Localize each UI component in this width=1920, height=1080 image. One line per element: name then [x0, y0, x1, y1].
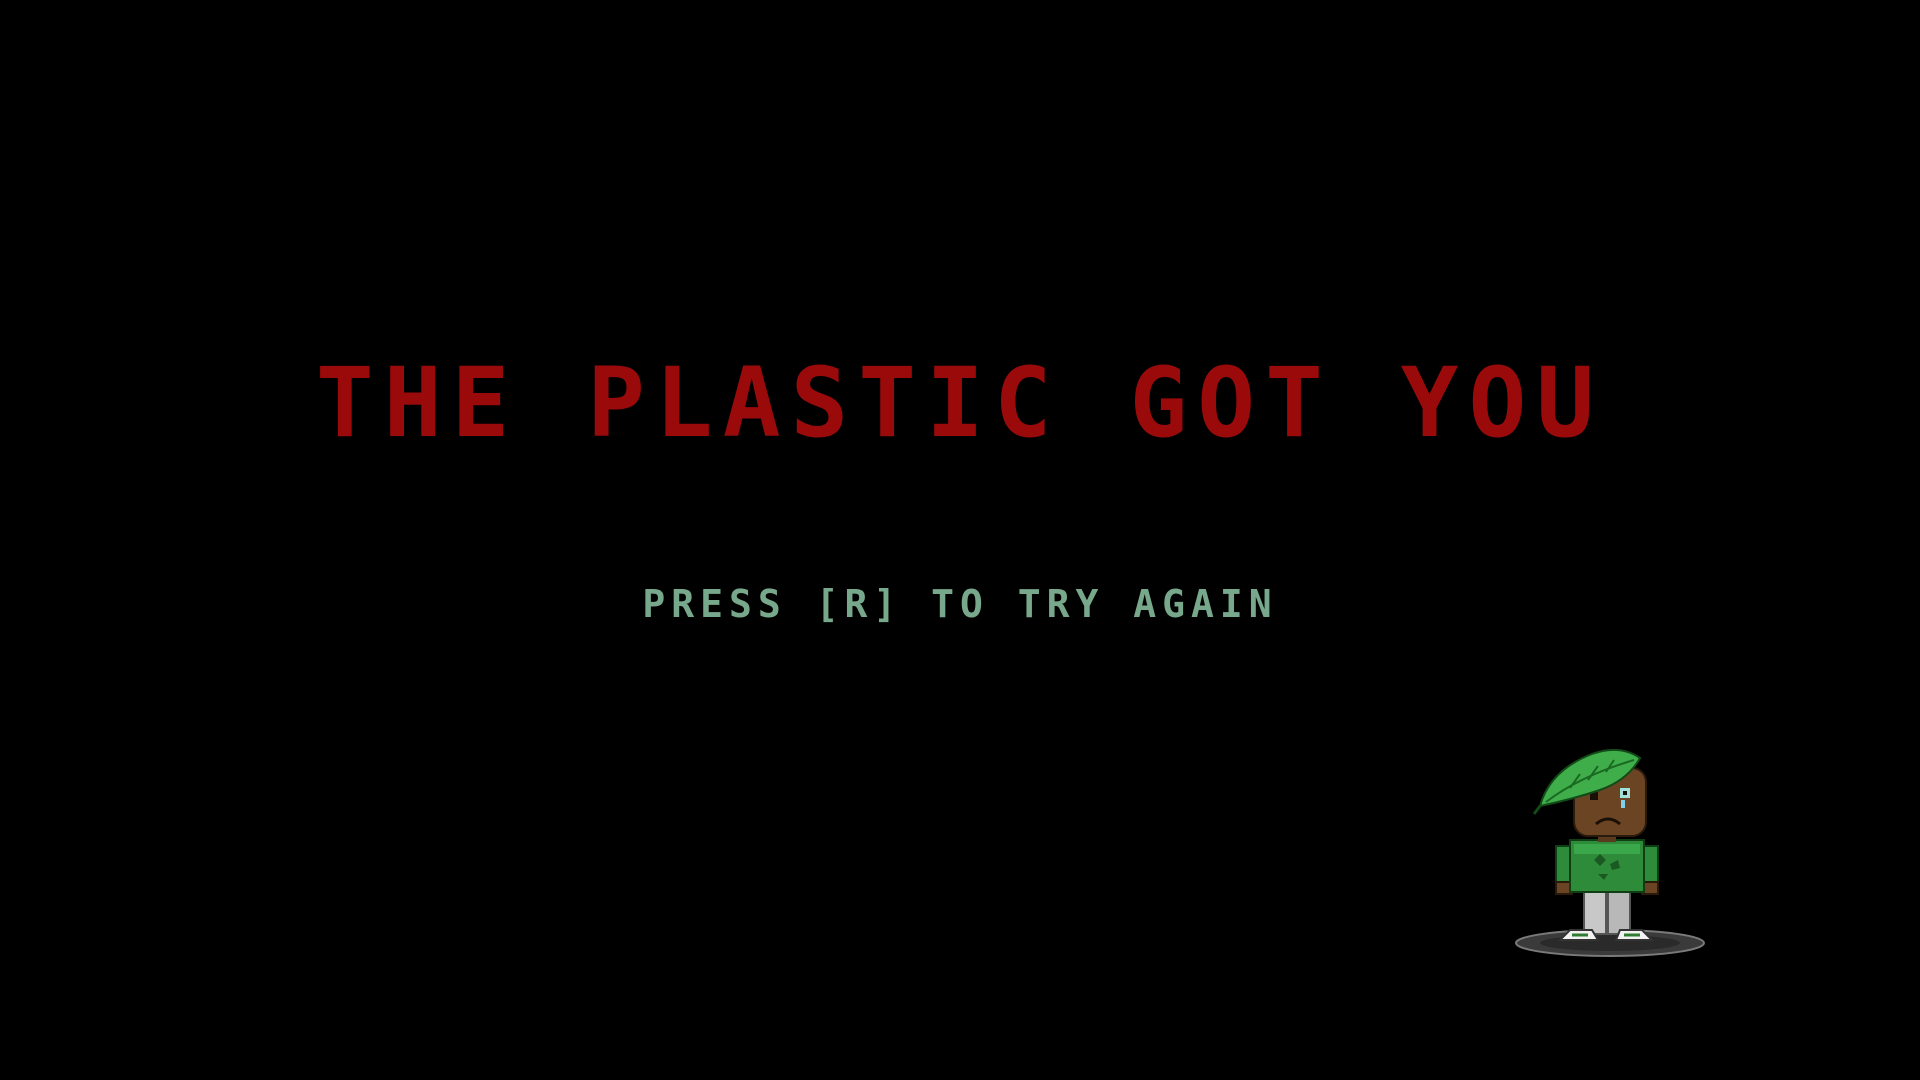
leaf-hat-character [1510, 740, 1710, 960]
shirt [1569, 839, 1645, 893]
character-sprite [1515, 748, 1705, 957]
retry-prompt: PRESS [R] TO TRY AGAIN [642, 582, 1278, 626]
legs [1583, 887, 1631, 935]
game-over-screen: THE PLASTIC GOT YOU PRESS [R] TO TRY AGA… [0, 0, 1920, 1080]
tear [1621, 800, 1625, 808]
game-over-title: THE PLASTIC GOT YOU [315, 347, 1605, 459]
